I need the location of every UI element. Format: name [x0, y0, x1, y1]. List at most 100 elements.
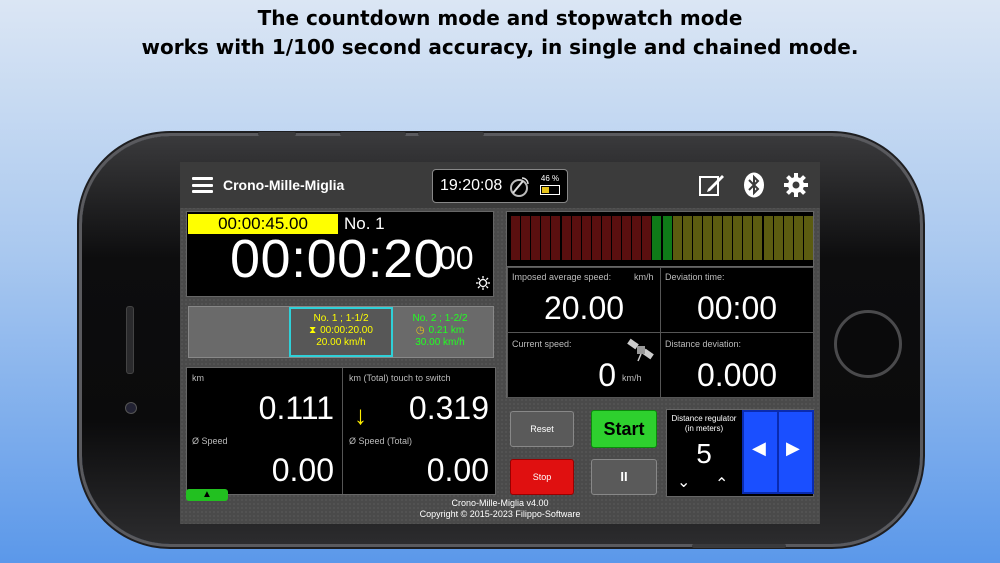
- odometer-panel[interactable]: km 0.111 km (Total) touch to switch ↓ 0.…: [186, 367, 496, 495]
- deviation-segment: [743, 216, 753, 260]
- battery-percent: 46 %: [540, 174, 560, 183]
- deviation-segment: [753, 216, 763, 260]
- footer-copyright: Copyright © 2015-2023 Filippo-Software: [419, 509, 581, 519]
- deviation-time-value: 00:00: [696, 290, 778, 326]
- deviation-segment: [541, 216, 551, 260]
- arrow-right-icon[interactable]: ▶: [786, 438, 800, 459]
- lap1-time: 00:00:20.00: [320, 325, 373, 336]
- deviation-segment: [561, 216, 571, 260]
- deviation-segment: [601, 216, 611, 260]
- hourglass-icon: ⧗: [309, 325, 317, 336]
- lap2-distance: 0.21 km: [428, 325, 465, 336]
- clock-time: 19:20:08: [440, 177, 503, 194]
- speed-total-label: Ø Speed (Total): [349, 436, 413, 446]
- deviation-segment: [511, 216, 520, 260]
- deviation-segment: [612, 216, 621, 260]
- current-speed-value: 0: [598, 357, 616, 393]
- headline-line-2: works with 1/100 second accuracy, in sin…: [141, 35, 859, 59]
- edit-icon[interactable]: [698, 172, 726, 198]
- lap-card-1[interactable]: No. 1 ; 1-1/2 ⧗ 00:00:20.00 20.00 km/h: [289, 307, 393, 357]
- chevron-down-icon[interactable]: ⌄: [677, 472, 690, 492]
- chevron-up-icon[interactable]: ⌃: [715, 474, 728, 494]
- imposed-speed-label: Imposed average speed:: [512, 272, 612, 282]
- deviation-segment: [793, 216, 803, 260]
- deviation-segment: [692, 216, 702, 260]
- battery-icon: 46 %: [539, 174, 561, 195]
- speed-value: 0.00: [271, 452, 334, 488]
- satellite-icon: [510, 177, 529, 197]
- headline: The countdown mode and stopwatch mode wo…: [0, 4, 1000, 62]
- lap1-speed: 20.00 km/h: [316, 337, 366, 348]
- start-button[interactable]: Start: [591, 410, 657, 448]
- regulator-label-1: Distance regulator: [671, 414, 737, 423]
- deviation-segment: [702, 216, 712, 260]
- imposed-speed-cell[interactable]: Imposed average speed: km/h 20.00: [507, 267, 661, 333]
- deviation-segment: [783, 216, 793, 260]
- volume-button: [340, 132, 406, 136]
- power-button: [692, 544, 786, 548]
- footer: Crono-Mille-Miglia v4.00 Copyright © 201…: [180, 498, 820, 520]
- deviation-time-label: Deviation time:: [665, 272, 725, 282]
- deviation-segment: [521, 216, 531, 260]
- front-camera: [125, 402, 137, 414]
- km-total-label: km (Total) touch to switch: [349, 373, 451, 383]
- distance-deviation-label: Distance deviation:: [665, 339, 742, 349]
- lap2-distance-row: ◷ 0.21 km: [390, 325, 490, 337]
- elapsed-hundredths: 00: [438, 240, 474, 276]
- regulator-value: 5: [696, 438, 712, 469]
- stop-button[interactable]: Stop: [510, 459, 574, 495]
- deviation-segment: [642, 216, 652, 260]
- deviation-segment: [733, 216, 743, 260]
- clock-icon: ◷: [415, 325, 425, 336]
- lap-card-2[interactable]: No. 2 ; 1-2/2 ◷ 0.21 km 30.00 km/h: [390, 310, 490, 349]
- current-speed-label: Current speed:: [512, 339, 572, 349]
- lap2-title: No. 2 ; 1-2/2: [412, 313, 468, 324]
- app-title: Crono-Mille-Miglia: [223, 177, 345, 193]
- distance-deviation-value: 0.000: [696, 357, 778, 393]
- current-speed-cell: Current speed: 0 km/h: [507, 332, 661, 398]
- pause-button[interactable]: II: [591, 459, 657, 495]
- gear-icon[interactable]: [783, 172, 809, 198]
- deviation-time-cell: Deviation time: 00:00: [660, 267, 814, 333]
- side-button: [258, 132, 296, 136]
- satellite-icon: [627, 338, 654, 362]
- speed-label: Ø Speed: [192, 436, 228, 446]
- deviation-segment: [723, 216, 733, 260]
- deviation-segment: [773, 216, 783, 260]
- regulator-arrows: ◀ ▶: [742, 410, 814, 494]
- deviation-segment: [551, 216, 561, 260]
- deviation-segment: [682, 216, 692, 260]
- menu-icon[interactable]: [192, 177, 213, 193]
- deviation-segment: [662, 216, 672, 260]
- imposed-speed-unit: km/h: [634, 272, 654, 282]
- earpiece-speaker: [126, 306, 134, 374]
- deviation-segment: [763, 216, 773, 260]
- arrow-left-icon[interactable]: ◀: [752, 438, 766, 459]
- deviation-segment: [672, 216, 682, 260]
- top-bar: Crono-Mille-Miglia 19:20:08 46 %: [180, 162, 820, 208]
- lap2-speed: 30.00 km/h: [415, 337, 465, 348]
- imposed-speed-value: 20.00: [543, 290, 625, 326]
- deviation-segment: [632, 216, 642, 260]
- deviation-segment: [571, 216, 581, 260]
- lap1-title: No. 1 ; 1-1/2: [313, 313, 369, 324]
- home-button[interactable]: [834, 310, 902, 378]
- elapsed-time: 00:00:20: [230, 229, 445, 289]
- deviation-segment: [591, 216, 601, 260]
- km-value: 0.111: [258, 390, 334, 426]
- regulator-label-2: (in meters): [684, 424, 724, 433]
- deviation-segment: [531, 216, 541, 260]
- reset-button[interactable]: Reset: [510, 411, 574, 447]
- distance-deviation-cell: Distance deviation: 0.000: [660, 332, 814, 398]
- footer-version: Crono-Mille-Miglia v4.00: [451, 498, 549, 508]
- status-box: 19:20:08 46 %: [432, 169, 568, 203]
- current-speed-unit: km/h: [622, 373, 642, 383]
- deviation-segment: [622, 216, 632, 260]
- speed-total-value: 0.00: [426, 452, 489, 488]
- headline-line-1: The countdown mode and stopwatch mode: [257, 6, 743, 30]
- bluetooth-icon[interactable]: [743, 172, 765, 198]
- app-screen: Crono-Mille-Miglia 19:20:08 46 % 00:00:4…: [180, 162, 820, 524]
- deviation-segment: [652, 216, 662, 260]
- sun-icon[interactable]: [476, 276, 490, 290]
- lap1-time-row: ⧗ 00:00:20.00: [291, 325, 391, 337]
